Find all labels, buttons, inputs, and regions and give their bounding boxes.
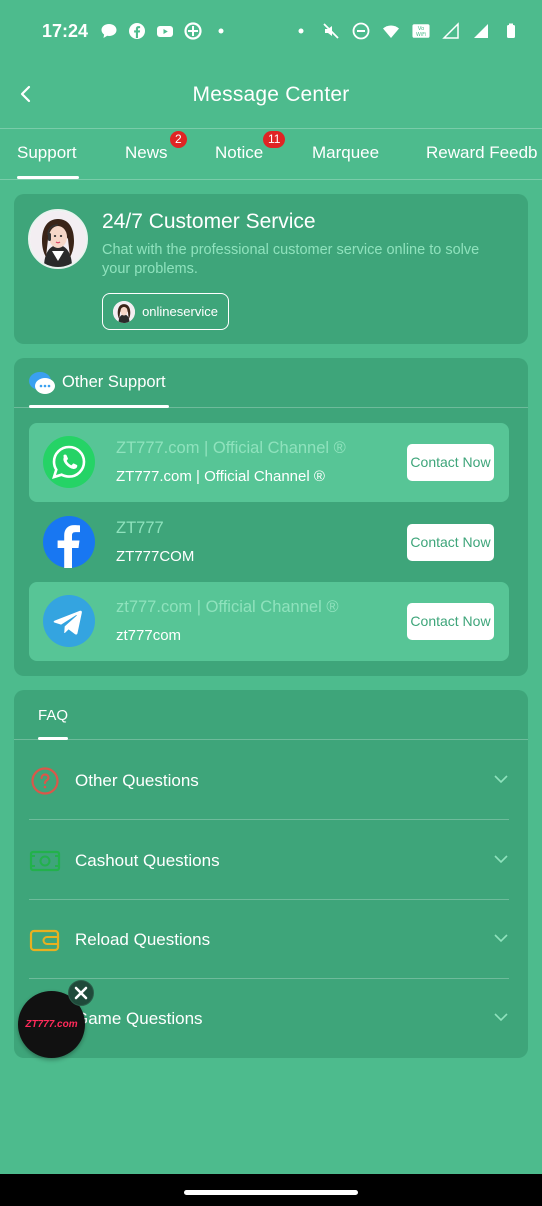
- svg-text:WiFi: WiFi: [416, 32, 426, 38]
- active-tab-indicator: [17, 176, 79, 179]
- faq-underline: [38, 737, 68, 740]
- tab-news[interactable]: News: [125, 143, 168, 163]
- tab-bar: Support News 2 Notice 11 Marquee Reward …: [0, 128, 542, 180]
- other-support-title: Other Support: [62, 373, 166, 391]
- faq-item-label: Cashout Questions: [75, 851, 220, 870]
- support-item-whatsapp[interactable]: ZT777.com | Official Channel ® ZT777.com…: [29, 423, 509, 502]
- pinwheel-icon: [184, 22, 202, 40]
- agent-avatar: [28, 209, 88, 269]
- floating-logo-text: ZT777.com: [25, 1019, 78, 1030]
- close-icon: [74, 986, 88, 1000]
- customer-service-card[interactable]: 24/7 Customer Service Chat with the prof…: [14, 194, 528, 344]
- dnd-icon: [352, 22, 370, 40]
- contact-now-button[interactable]: Contact Now: [407, 524, 494, 561]
- status-right-icons: Vo WiFi: [292, 22, 520, 40]
- chevron-down-icon: [493, 851, 509, 867]
- cash-icon: [29, 847, 61, 875]
- chat-bubbles-icon: [28, 370, 56, 396]
- faq-item-label: Reload Questions: [75, 930, 211, 949]
- chevron-down-icon: [493, 930, 509, 946]
- signal-icon: [472, 22, 490, 40]
- faq-item-label: Game Questions: [75, 1009, 203, 1028]
- mute-icon: [322, 22, 340, 40]
- other-support-header: Other Support: [14, 358, 528, 408]
- status-bar: 17:24 Vo WiFi: [0, 0, 542, 62]
- facebook-icon: [43, 516, 95, 568]
- customer-service-description: Chat with the professional customer serv…: [102, 242, 480, 277]
- support-item-title: ZT777.com | Official Channel ®: [116, 439, 346, 457]
- contact-now-button[interactable]: Contact Now: [407, 444, 494, 481]
- faq-item-game[interactable]: Game Questions: [29, 979, 509, 1058]
- support-item-title: zt777.com | Official Channel ®: [116, 598, 339, 616]
- contact-now-button[interactable]: Contact Now: [407, 603, 494, 640]
- tab-reward-feedback[interactable]: Reward Feedb: [426, 143, 538, 163]
- question-circle-icon: [29, 767, 61, 795]
- status-time: 17:24: [42, 20, 89, 41]
- battery-icon: [502, 22, 520, 40]
- youtube-icon: [156, 22, 174, 40]
- online-service-button[interactable]: onlineservice: [102, 293, 229, 330]
- faq-header: FAQ: [14, 690, 528, 740]
- vowifi-icon: Vo WiFi: [412, 22, 430, 40]
- other-support-card: Other Support ZT777.com | Official Chann…: [14, 358, 528, 676]
- wifi-icon: [382, 22, 400, 40]
- status-left-icons: [100, 22, 230, 40]
- support-item-title: ZT777: [116, 519, 164, 537]
- header: Message Center: [0, 62, 542, 128]
- chevron-down-icon: [493, 771, 509, 787]
- chat-bubble-icon: [100, 22, 118, 40]
- support-item-subtitle: ZT777.com | Official Channel ®: [116, 468, 325, 485]
- news-badge: 2: [170, 131, 187, 148]
- wallet-icon: [29, 926, 61, 954]
- faq-item-reload[interactable]: Reload Questions: [29, 900, 509, 979]
- support-item-subtitle: ZT777COM: [116, 548, 195, 565]
- other-support-underline: [29, 405, 169, 408]
- signal-icon: [442, 22, 460, 40]
- tab-marquee[interactable]: Marquee: [312, 143, 379, 163]
- page-title: Message Center: [192, 83, 350, 106]
- faq-card: FAQ Other Questions Cashout Questions Re…: [14, 690, 528, 1058]
- telegram-icon: [43, 595, 95, 647]
- floating-close-button[interactable]: [68, 980, 94, 1006]
- back-button[interactable]: [12, 80, 40, 108]
- support-item-telegram[interactable]: zt777.com | Official Channel ® zt777com …: [29, 582, 509, 661]
- tab-support[interactable]: Support: [17, 143, 77, 163]
- dot-icon: [292, 22, 310, 40]
- support-item-subtitle: zt777com: [116, 627, 182, 644]
- notice-badge: 11: [263, 131, 286, 148]
- tab-notice[interactable]: Notice: [215, 143, 263, 163]
- home-indicator[interactable]: [184, 1190, 358, 1195]
- system-nav-bar: [0, 1174, 542, 1206]
- faq-title: FAQ: [38, 707, 69, 724]
- faq-item-other[interactable]: Other Questions: [29, 741, 509, 820]
- customer-service-title: 24/7 Customer Service: [102, 210, 316, 233]
- online-service-label: onlineservice: [142, 303, 218, 319]
- faq-item-cashout[interactable]: Cashout Questions: [29, 821, 509, 900]
- chevron-left-icon: [20, 85, 31, 103]
- faq-item-label: Other Questions: [75, 771, 199, 790]
- whatsapp-icon: [43, 436, 95, 488]
- agent-mini-avatar: [113, 300, 135, 323]
- dot-icon: [212, 22, 230, 40]
- chevron-down-icon: [493, 1009, 509, 1025]
- facebook-icon: [128, 22, 146, 40]
- support-item-facebook[interactable]: ZT777 ZT777COM Contact Now: [29, 503, 509, 582]
